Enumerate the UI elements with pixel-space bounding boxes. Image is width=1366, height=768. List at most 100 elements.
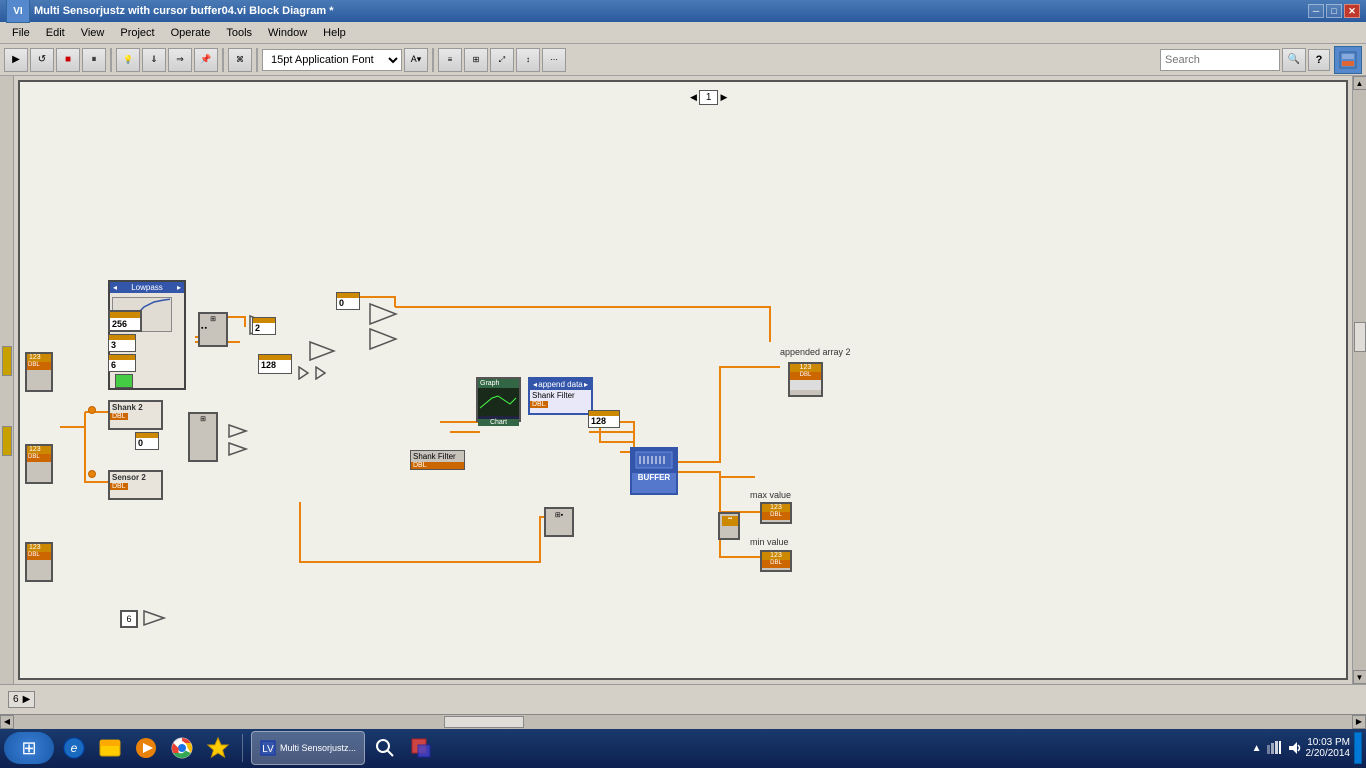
horizontal-scrollbar[interactable]: ◀ ▶	[0, 714, 1366, 728]
val-256-control[interactable]: 256	[108, 310, 142, 332]
append-data-block[interactable]: ◂append data▸ Shank Filter DBL	[528, 377, 593, 415]
sensor2-block[interactable]: Sensor 2 DBL	[108, 470, 163, 500]
taskbar-favorites-icon[interactable]	[202, 732, 234, 764]
nav-forward-arrow[interactable]: ▶	[23, 694, 31, 705]
title-bar: VI Multi Sensorjustz with cursor buffer0…	[0, 0, 1366, 22]
left-array-node-mid: 123 DBL	[25, 444, 53, 484]
search-input[interactable]	[1160, 49, 1280, 71]
val-0-control[interactable]: 0	[336, 292, 360, 310]
user-icon	[1334, 46, 1362, 74]
comparator-2	[308, 340, 336, 365]
scroll-track[interactable]	[1353, 90, 1366, 670]
shank2-block[interactable]: Shank 2 DBL	[108, 400, 163, 430]
menu-operate[interactable]: Operate	[163, 25, 219, 41]
run-continuously-button[interactable]: ↺	[30, 48, 54, 72]
val-0b-display: 0	[136, 438, 158, 448]
maximize-button[interactable]: □	[1326, 4, 1342, 18]
start-button[interactable]: ⊞	[4, 732, 54, 764]
scroll-down-button[interactable]: ▼	[1353, 670, 1366, 684]
buffer-block[interactable]: BUFFER	[630, 447, 678, 495]
shank-filter-small-block[interactable]: Shank Filter DBL	[410, 450, 465, 470]
system-clock: 10:03 PM 2/20/2014	[1306, 737, 1351, 759]
step-over-button[interactable]: ⇒	[168, 48, 192, 72]
menu-project[interactable]: Project	[112, 25, 162, 41]
val-2-display: 2	[253, 323, 275, 333]
left-panel	[0, 76, 14, 684]
vertical-scrollbar[interactable]: ▲ ▼	[1352, 76, 1366, 684]
nav-control[interactable]: 6 ▶	[8, 691, 35, 708]
scroll-thumb[interactable]	[1354, 322, 1366, 352]
distribute-button[interactable]: ⊞	[464, 48, 488, 72]
left-node-1	[2, 346, 12, 376]
font-size-down[interactable]: A▾	[404, 48, 428, 72]
val-3-control[interactable]: 3	[108, 334, 136, 352]
search-button[interactable]: 🔍	[1282, 48, 1306, 72]
show-desktop-button[interactable]	[1354, 732, 1362, 764]
menu-edit[interactable]: Edit	[38, 25, 73, 41]
clock-date: 2/20/2014	[1306, 748, 1351, 759]
val-128-control[interactable]: 128	[258, 354, 292, 374]
resize-button[interactable]: ⤢	[490, 48, 514, 72]
pause-button[interactable]: ⏸	[82, 48, 106, 72]
scroll-left-button[interactable]: ◀	[0, 715, 14, 729]
clean-diagram-button[interactable]: ⌘	[228, 48, 252, 72]
main-area: ◀ 1 ▶	[0, 76, 1366, 684]
taskbar-ie-icon[interactable]: e	[58, 732, 90, 764]
wire-junction-2	[88, 406, 96, 414]
toolbar-sep-3	[256, 48, 258, 72]
array-op-1[interactable]: ⊞ ▪▪	[198, 312, 228, 347]
run-button[interactable]: ▶	[4, 48, 28, 72]
retain-button[interactable]: 📌	[194, 48, 218, 72]
step-into-button[interactable]: ⇓	[142, 48, 166, 72]
h-scroll-track[interactable]	[14, 715, 1352, 729]
menu-view[interactable]: View	[73, 25, 113, 41]
block-diagram-canvas[interactable]: ◀ 1 ▶	[18, 80, 1348, 680]
arrow-right-2	[228, 442, 248, 459]
menu-tools[interactable]: Tools	[218, 25, 260, 41]
highlight-button[interactable]: 💡	[116, 48, 140, 72]
extra-button[interactable]: ⋯	[542, 48, 566, 72]
val-2-control[interactable]: 2	[252, 317, 276, 335]
window-controls[interactable]: ─ □ ✕	[1308, 4, 1360, 18]
menu-file[interactable]: File	[4, 25, 38, 41]
align-button[interactable]: ≡	[438, 48, 462, 72]
status-bar: 6 ▶	[0, 684, 1366, 714]
val-3-display: 3	[109, 340, 135, 350]
appended-array-block[interactable]: 123 DBL	[788, 362, 823, 397]
svg-text:LV: LV	[262, 744, 274, 755]
abort-button[interactable]: ■	[56, 48, 80, 72]
array-builder-node[interactable]: ⊞▪	[544, 507, 574, 537]
h-scroll-thumb[interactable]	[444, 716, 524, 728]
menu-help[interactable]: Help	[315, 25, 354, 41]
taskbar-search-icon[interactable]	[369, 732, 401, 764]
taskbar-paint-icon[interactable]	[405, 732, 437, 764]
taskbar-explorer-icon[interactable]	[94, 732, 126, 764]
val-0b-control[interactable]: 0	[135, 432, 159, 450]
graph-chart-block[interactable]: Graph Chart	[476, 377, 521, 422]
bool-indicator	[115, 374, 133, 388]
font-select[interactable]: 15pt Application Font	[262, 49, 402, 71]
array-op-2[interactable]: ⊞	[188, 412, 218, 462]
case-selector-nav[interactable]: ◀ 1 ▶	[690, 90, 727, 105]
tray-hide-icon[interactable]: ▲	[1252, 743, 1262, 754]
help-button[interactable]: ?	[1308, 49, 1330, 71]
shank2-label: Shank 2	[110, 402, 161, 413]
case-value[interactable]: 1	[699, 90, 719, 105]
windows-taskbar: ⊞ e LV Multi Sensorjustz... ▲	[0, 728, 1366, 768]
shank-filter-small-label: Shank Filter	[411, 451, 464, 462]
taskbar-labview-button[interactable]: LV Multi Sensorjustz...	[251, 731, 365, 765]
comparator-right-2	[368, 327, 398, 354]
shank-filter-dbl: DBL	[411, 462, 464, 469]
taskbar-chrome-icon[interactable]	[166, 732, 198, 764]
val-128b-control[interactable]: 128	[588, 410, 620, 428]
toolbar: ▶ ↺ ■ ⏸ 💡 ⇓ ⇒ 📌 ⌘ 15pt Application Font …	[0, 44, 1366, 76]
scroll-right-button[interactable]: ▶	[1352, 715, 1366, 729]
taskbar-media-icon[interactable]	[130, 732, 162, 764]
val-6-control[interactable]: 6	[108, 354, 136, 372]
reorder-button[interactable]: ↕	[516, 48, 540, 72]
menu-window[interactable]: Window	[260, 25, 315, 41]
max-value-indicator: 123 DBL	[760, 502, 792, 524]
close-button[interactable]: ✕	[1344, 4, 1360, 18]
minimize-button[interactable]: ─	[1308, 4, 1324, 18]
scroll-up-button[interactable]: ▲	[1353, 76, 1366, 90]
